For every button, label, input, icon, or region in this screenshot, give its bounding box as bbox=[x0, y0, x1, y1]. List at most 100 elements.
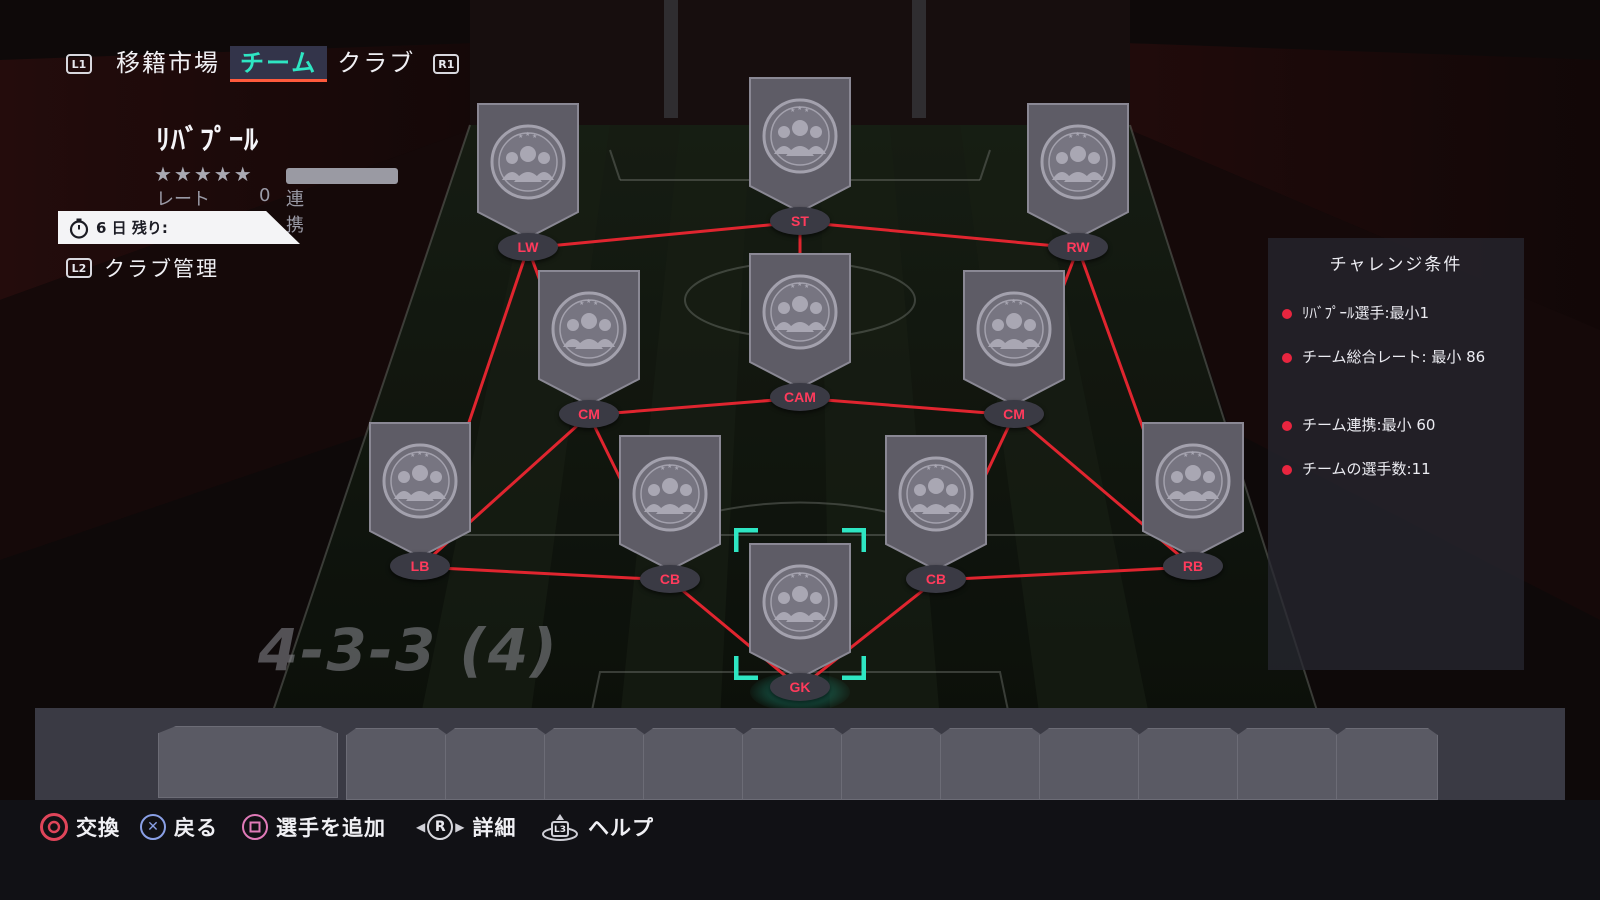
requirement-bullet-icon bbox=[1282, 309, 1292, 319]
position-label: CB bbox=[906, 565, 966, 593]
svg-text:★: ★ bbox=[797, 105, 802, 112]
bench-slot[interactable] bbox=[544, 728, 646, 800]
player-slot-gk[interactable]: ★ ★ ★ GK bbox=[734, 528, 866, 712]
bench-slot[interactable] bbox=[1336, 728, 1438, 800]
empty-player-card-icon: ★ ★ ★ bbox=[538, 270, 640, 407]
club-management-button[interactable]: L2 クラブ管理 bbox=[66, 253, 219, 283]
circle-button-icon bbox=[40, 813, 68, 841]
substitutes-strip bbox=[35, 708, 1565, 800]
bench-slot[interactable] bbox=[643, 728, 745, 800]
svg-text:★: ★ bbox=[1068, 133, 1073, 140]
bench-slot[interactable] bbox=[742, 728, 844, 800]
tab-team[interactable]: チーム bbox=[230, 46, 328, 82]
bench-slot[interactable] bbox=[1039, 728, 1141, 800]
position-label: LW bbox=[498, 233, 558, 261]
player-slot-lw[interactable]: ★ ★ ★ LW bbox=[472, 100, 584, 270]
help-hint[interactable]: L3 ヘルプ bbox=[540, 812, 654, 842]
details-hint[interactable]: ◀ R ▶ 詳細 bbox=[416, 812, 516, 842]
rating-value: 0 bbox=[259, 185, 271, 206]
svg-text:★: ★ bbox=[525, 131, 530, 138]
position-label: LB bbox=[390, 552, 450, 580]
requirement-bullet-icon bbox=[1282, 465, 1292, 475]
requirement-item: チーム総合レート: 最小 86 bbox=[1282, 344, 1518, 370]
requirement-bullet-icon bbox=[1282, 353, 1292, 363]
swap-hint[interactable]: 交換 bbox=[40, 812, 120, 842]
player-slot-cb-right[interactable]: ★ ★ ★ CB bbox=[880, 432, 992, 602]
player-slot-cm-right[interactable]: ★ ★ ★ CM bbox=[958, 267, 1070, 437]
bench-slot[interactable] bbox=[940, 728, 1042, 800]
empty-player-card-icon: ★ ★ ★ bbox=[885, 435, 987, 572]
chemistry-label: 連携 bbox=[286, 189, 304, 236]
time-remaining-banner: 6 日 残り: bbox=[58, 211, 300, 244]
svg-text:★: ★ bbox=[940, 465, 945, 472]
svg-text:★: ★ bbox=[804, 107, 809, 114]
svg-text:★: ★ bbox=[667, 463, 672, 470]
details-label: 詳細 bbox=[472, 816, 517, 840]
player-slot-rb[interactable]: ★ ★ ★ RB bbox=[1137, 419, 1249, 589]
empty-player-card-icon: ★ ★ ★ bbox=[619, 435, 721, 572]
svg-text:★: ★ bbox=[1082, 133, 1087, 140]
requirement-item: ﾘﾊﾞﾌﾟｰﾙ選手:最小1 bbox=[1282, 300, 1518, 326]
time-remaining-text: 6 日 残り: bbox=[96, 219, 168, 237]
svg-text:★: ★ bbox=[1004, 300, 1009, 307]
square-button-icon bbox=[242, 814, 268, 840]
left-arrow-icon: ◀ bbox=[416, 820, 426, 834]
svg-text:★: ★ bbox=[1075, 131, 1080, 138]
bench-slot[interactable] bbox=[158, 726, 338, 798]
position-label: CM bbox=[984, 400, 1044, 428]
requirement-bullet-icon bbox=[1282, 421, 1292, 431]
bench-slot[interactable] bbox=[445, 728, 547, 800]
rating-row: レート 0 連携 bbox=[156, 185, 304, 236]
tab-club[interactable]: クラブ bbox=[327, 46, 425, 82]
controller-hint-bar bbox=[0, 800, 1600, 900]
svg-text:★: ★ bbox=[790, 107, 795, 114]
help-label: ヘルプ bbox=[588, 816, 654, 840]
r1-button-icon[interactable]: R1 bbox=[433, 54, 460, 74]
svg-text:★: ★ bbox=[518, 133, 523, 140]
tab-transfer-market[interactable]: 移籍市場 bbox=[106, 46, 230, 82]
svg-text:★: ★ bbox=[933, 463, 938, 470]
svg-text:★: ★ bbox=[660, 465, 665, 472]
bench-slot[interactable] bbox=[841, 728, 943, 800]
bench-slot[interactable] bbox=[346, 728, 448, 800]
position-label: RW bbox=[1048, 233, 1108, 261]
player-slot-cb-left[interactable]: ★ ★ ★ CB bbox=[614, 432, 726, 602]
svg-text:★: ★ bbox=[579, 300, 584, 307]
back-hint[interactable]: ✕ 戻る bbox=[140, 812, 218, 842]
svg-text:★: ★ bbox=[1197, 452, 1202, 459]
squad-name: ﾘﾊﾞﾌﾟｰﾙ bbox=[156, 123, 260, 156]
bench-slot[interactable] bbox=[1138, 728, 1240, 800]
l1-button-icon[interactable]: L1 bbox=[66, 54, 92, 74]
position-label: CAM bbox=[770, 383, 830, 411]
player-slot-st[interactable]: ★ ★ ★ ST bbox=[744, 74, 856, 244]
position-label: CB bbox=[640, 565, 700, 593]
challenge-requirements-panel: チャレンジ条件 ﾘﾊﾞﾌﾟｰﾙ選手:最小1 チーム総合レート: 最小 86 チー… bbox=[1268, 238, 1524, 670]
add-player-hint[interactable]: 選手を追加 bbox=[242, 812, 386, 842]
svg-text:★: ★ bbox=[1190, 450, 1195, 457]
challenge-title: チャレンジ条件 bbox=[1329, 255, 1463, 275]
rating-label: レート bbox=[156, 189, 210, 210]
stopwatch-icon bbox=[69, 218, 89, 239]
empty-player-card-icon: ★ ★ ★ bbox=[1142, 422, 1244, 559]
svg-text:★: ★ bbox=[586, 298, 591, 305]
swap-label: 交換 bbox=[76, 816, 120, 840]
svg-text:★: ★ bbox=[417, 450, 422, 457]
player-slot-lb[interactable]: ★ ★ ★ LB bbox=[364, 419, 476, 589]
svg-text:★: ★ bbox=[1018, 300, 1023, 307]
svg-text:★: ★ bbox=[1183, 452, 1188, 459]
empty-player-card-icon: ★ ★ ★ bbox=[1027, 103, 1129, 240]
svg-text:★: ★ bbox=[674, 465, 679, 472]
requirement-item: チームの選手数:11 bbox=[1282, 456, 1518, 482]
svg-text:★: ★ bbox=[424, 452, 429, 459]
player-slot-rw[interactable]: ★ ★ ★ RW bbox=[1022, 100, 1134, 270]
svg-text:★: ★ bbox=[926, 465, 931, 472]
club-management-label: クラブ管理 bbox=[104, 257, 219, 281]
bench-slot[interactable] bbox=[1237, 728, 1339, 800]
empty-player-card-icon: ★ ★ ★ bbox=[749, 77, 851, 214]
right-stick-icon: R bbox=[427, 814, 454, 840]
position-label: CM bbox=[559, 400, 619, 428]
player-slot-cam[interactable]: ★ ★ ★ CAM bbox=[744, 250, 856, 420]
svg-text:★: ★ bbox=[790, 283, 795, 290]
position-label: ST bbox=[770, 207, 830, 235]
player-slot-cm-left[interactable]: ★ ★ ★ CM bbox=[533, 267, 645, 437]
